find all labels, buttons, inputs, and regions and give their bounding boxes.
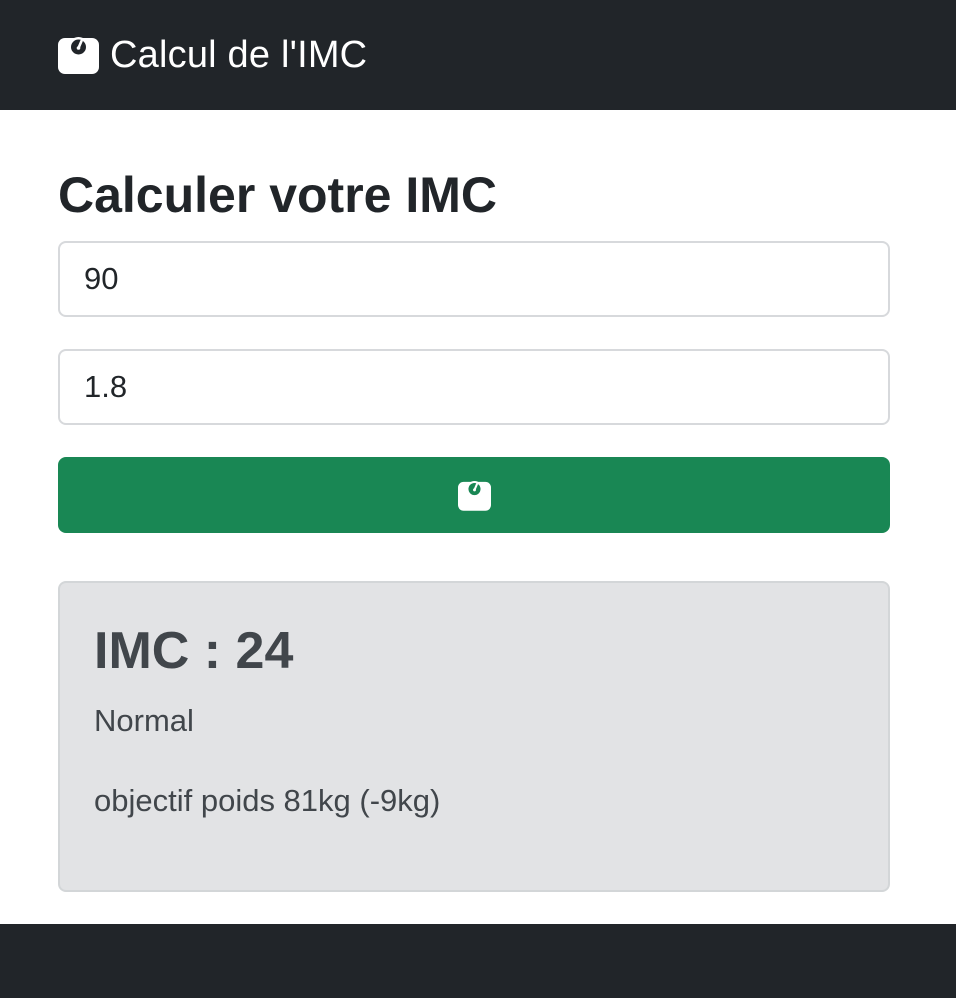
weight-scale-icon bbox=[58, 36, 99, 74]
brand-title: Calcul de l'IMC bbox=[110, 34, 368, 76]
weight-scale-icon bbox=[457, 480, 491, 511]
calculate-button[interactable] bbox=[58, 457, 890, 533]
height-input[interactable] bbox=[58, 349, 890, 425]
result-title: IMC : 24 bbox=[94, 622, 294, 680]
main-content: Calculer votre IMC IMC : 24 Normal objec… bbox=[58, 110, 890, 892]
result-goal: objectif poids 81kg (-9kg) bbox=[94, 783, 441, 818]
brand-link[interactable]: Calcul de l'IMC bbox=[58, 36, 367, 74]
weight-input[interactable] bbox=[58, 241, 890, 317]
result-card: IMC : 24 Normal objectif poids 81kg (-9k… bbox=[58, 581, 890, 892]
navbar: Calcul de l'IMC bbox=[0, 0, 956, 110]
page-title: Calculer votre IMC bbox=[58, 167, 498, 223]
footer bbox=[0, 924, 956, 998]
result-category: Normal bbox=[94, 703, 194, 738]
